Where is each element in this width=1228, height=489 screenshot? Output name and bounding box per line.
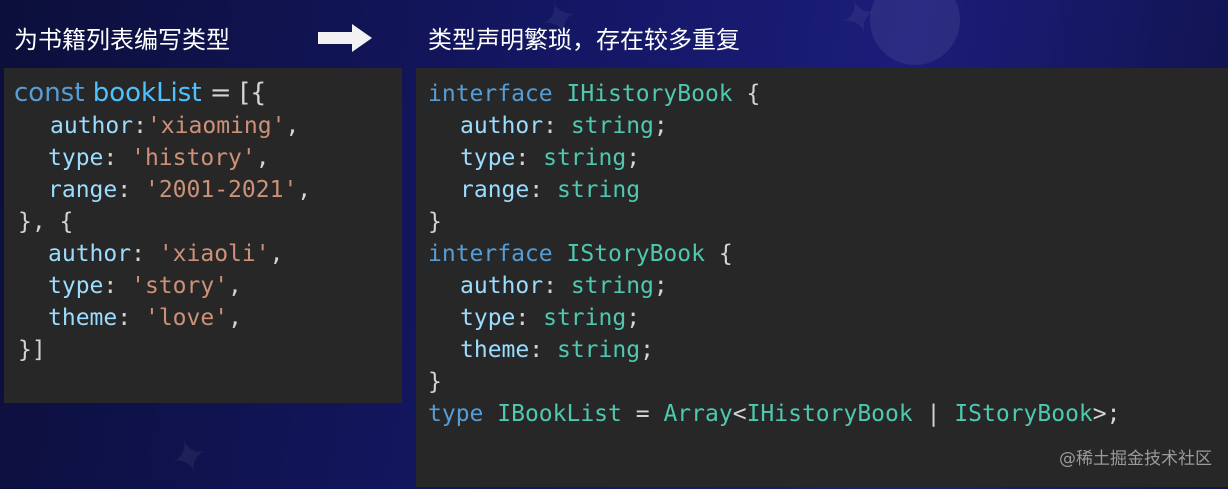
right-arrow-icon [318,24,372,52]
string-value: 'story' [131,273,229,299]
punctuation: : [529,177,544,203]
keyword: interface [428,241,553,267]
code-line: } [428,209,442,235]
punctuation: >; [1092,401,1121,427]
code-line: type: string; [460,302,640,334]
punctuation: , [228,305,242,331]
code-line: type: 'story', [48,270,242,302]
type-name: string [543,305,627,331]
punctuation: : [515,145,530,171]
punctuation: : [117,177,132,203]
operator: = [209,78,232,108]
property-key: author [48,241,132,267]
code-line: author: string; [460,110,668,142]
type-name: Array [663,401,733,427]
code-line: interface IStoryBook { [428,238,733,270]
property-key: type [48,273,104,299]
type-name: string [570,273,654,299]
punctuation: < [732,401,747,427]
property-key: type [48,145,104,171]
string-value: 'history' [131,145,256,171]
punctuation: ; [653,113,668,139]
code-line: }, { [18,209,74,235]
code-line: range: string [460,174,640,206]
punctuation: : [543,113,557,139]
punctuation: : [133,113,147,139]
punctuation: , [228,273,242,299]
watermark: @稀土掘金技术社区 [1059,449,1212,469]
punctuation: ; [626,305,641,331]
code-line: author:'xiaoming', [50,110,299,142]
punctuation: [{ [239,78,267,108]
type-name: IStoryBook [954,401,1093,427]
string-value: 'love' [144,305,229,331]
punctuation: : [529,337,544,363]
type-name: IStoryBook [566,241,705,267]
code-line: type: 'history', [48,142,270,174]
punctuation: , [269,241,284,267]
interface-code-panel: interface IHistoryBook { author: string;… [416,68,1228,487]
punctuation: : [515,305,530,331]
property-key: type [460,145,516,171]
type-name: string [556,337,641,363]
property-key: author [460,273,544,299]
object-literal-code-panel: const bookList = [{ author:'xiaoming', t… [4,68,402,403]
operator: = [635,401,650,427]
type-name: IBookList [497,401,622,427]
type-name: string [556,177,641,203]
punctuation: , [297,177,312,203]
punctuation: ; [640,337,654,363]
code-line: type IBookList = Array<IHistoryBook | IS… [428,398,1121,430]
punctuation: , [255,145,270,171]
code-line: }] [18,337,46,363]
background-avatar-circle [870,0,960,65]
code-line: interface IHistoryBook { [428,78,760,110]
punctuation: : [103,273,118,299]
code-line: theme: string; [460,334,654,366]
code-line: author: 'xiaoli', [48,238,283,270]
punctuation: ; [626,145,641,171]
left-heading: 为书籍列表编写类型 [14,26,230,54]
keyword: type [428,401,484,427]
punctuation: : [131,241,145,267]
type-name: IHistoryBook [566,81,733,107]
punctuation: : [543,273,557,299]
operator: | [926,401,941,427]
punctuation: { [746,81,761,107]
code-line: } [428,369,442,395]
code-line: type: string; [460,142,640,174]
property-key: type [460,305,516,331]
property-key: theme [460,337,530,363]
punctuation: : [117,305,132,331]
property-key: range [460,177,530,203]
property-key: range [48,177,118,203]
type-name: string [570,113,654,139]
type-name: IHistoryBook [746,401,913,427]
right-heading: 类型声明繁琐，存在较多重复 [428,26,740,54]
string-value: 'xiaoli' [158,241,270,267]
code-line: const bookList = [{ [14,77,267,109]
type-name: string [543,145,627,171]
property-key: theme [48,305,118,331]
property-key: author [460,113,544,139]
code-line: range: '2001-2021', [48,174,311,206]
punctuation: , [285,113,300,139]
property-key: author [50,113,134,139]
keyword: interface [428,81,553,107]
keyword: const [14,78,85,108]
code-line: theme: 'love', [48,302,242,334]
punctuation: ; [653,273,668,299]
string-value: '2001-2021' [144,177,298,203]
background-decoration: ✦ [162,425,216,489]
string-value: 'xiaoming' [146,113,286,139]
punctuation: { [718,241,733,267]
variable-name: bookList [92,78,202,108]
code-line: author: string; [460,270,668,302]
punctuation: : [103,145,118,171]
